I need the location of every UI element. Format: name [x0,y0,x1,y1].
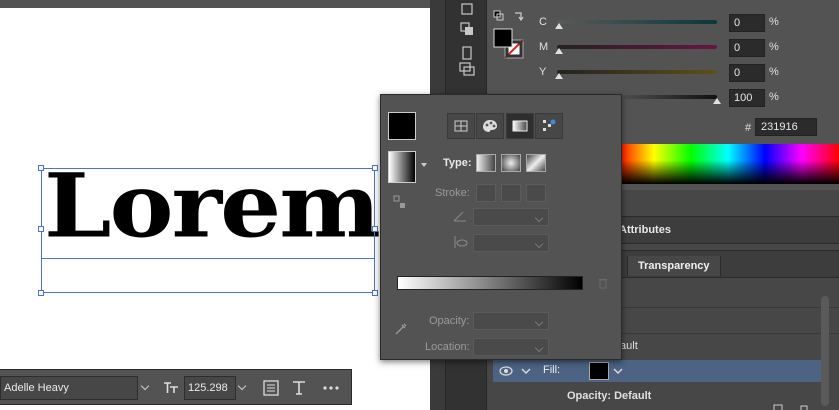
thumb-c[interactable] [555,23,563,29]
gradient-panel: Type: Stroke: Opacity: Location: [380,94,622,360]
font-size-field[interactable]: 125.298 [184,376,236,400]
location-select[interactable] [473,338,549,356]
value-m[interactable]: 0 [729,39,765,57]
gradient-preview-thumbnail[interactable] [388,151,416,183]
font-family-field[interactable]: Adelle Heavy [0,376,138,400]
new-effect-icon[interactable] [773,404,783,410]
swap-arrow-icon[interactable] [513,10,525,22]
aspect-ratio-select[interactable] [473,234,549,252]
artboard[interactable]: Lorem [0,8,430,410]
opacity-label: Opacity: [429,315,470,327]
pattern-tab-icon [543,119,556,131]
track-m[interactable] [557,45,717,49]
location-label: Location: [425,341,470,353]
angle-icon [453,211,466,222]
arrange-icon[interactable] [458,2,476,20]
slider-c[interactable]: C 0 % [539,14,839,32]
handle-bottom-right[interactable] [372,290,378,296]
value-y[interactable]: 0 [729,64,765,82]
default-fill-stroke-icon[interactable] [493,10,505,22]
channel-label-y: Y [539,66,547,78]
hex-label: # [745,122,752,134]
thumb-k[interactable] [713,98,721,104]
color-tab[interactable] [447,113,475,139]
type-icon[interactable] [290,379,308,397]
unit-c: % [769,16,779,28]
fill-swatch[interactable] [589,362,609,380]
swatches-tab-icon [483,120,497,132]
unit-k: % [769,91,779,103]
handle-top-left[interactable] [38,165,44,171]
panel-scrollbar[interactable] [821,296,829,406]
text-size-icon [164,382,178,393]
stroke-within-button[interactable] [476,184,496,202]
hex-input[interactable]: 231916 [755,118,817,136]
handle-middle-left[interactable] [38,226,44,232]
unit-y: % [769,66,779,78]
slider-m[interactable]: M 0 % [539,39,839,57]
fill-dropdown-icon[interactable] [613,366,623,376]
pattern-tab[interactable] [535,113,563,139]
trash-icon[interactable] [799,404,809,410]
links-icon[interactable] [458,60,476,78]
angle-select[interactable] [473,208,549,226]
handle-middle-right[interactable] [372,226,378,232]
gradient-tab[interactable] [506,113,534,139]
tab-attributes[interactable]: Attributes [619,224,671,236]
handle-bottom-left[interactable] [38,290,44,296]
layers-icon[interactable] [458,20,476,38]
thumb-y[interactable] [555,73,563,79]
font-size-dropdown-icon[interactable] [237,381,247,391]
selection-bounding-box[interactable] [41,168,375,293]
value-k[interactable]: 100 [729,89,765,107]
radial-gradient-button[interactable] [501,154,521,172]
fill-label: Fill: [543,364,561,376]
delete-stop-icon[interactable] [597,277,609,289]
unit-m: % [769,41,779,53]
reverse-gradient-icon[interactable] [393,195,407,209]
channel-label-c: C [539,16,547,28]
document-canvas[interactable]: Lorem [0,0,430,410]
gradient-color-swatch[interactable] [388,112,416,140]
tab-transparency[interactable]: Transparency [627,256,721,276]
fill-stroke-icon[interactable] [493,28,525,60]
gradient-preview-caret[interactable] [421,163,427,167]
more-icon[interactable] [322,379,340,397]
value-c[interactable]: 0 [729,14,765,32]
swatches-tab[interactable] [476,113,504,139]
stroke-label: Stroke: [435,187,470,199]
color-spectrum[interactable] [617,144,839,184]
track-c[interactable] [557,20,717,24]
channel-label-m: M [539,41,549,53]
track-y[interactable] [557,70,717,74]
font-family-dropdown-icon[interactable] [140,381,150,391]
freeform-gradient-button[interactable] [526,154,546,172]
properties-bar: Adelle Heavy 125.298 [0,369,352,405]
gradient-tab-icon [512,120,528,132]
fill-opacity-default: Opacity: Default [567,390,652,402]
gradient-slider[interactable] [397,276,583,290]
opacity-select[interactable] [473,312,549,330]
aspect-ratio-icon [454,236,468,248]
thumb-m[interactable] [555,48,563,54]
handle-top-right[interactable] [372,165,378,171]
color-tab-icon [454,120,468,132]
slider-y[interactable]: Y 0 % [539,64,839,82]
linear-gradient-button[interactable] [476,154,496,172]
paragraph-icon[interactable] [262,379,280,397]
eye-icon[interactable] [499,365,513,377]
stroke-along-button[interactable] [501,184,521,202]
eyedropper-icon[interactable] [393,321,409,337]
type-label: Type: [443,157,472,169]
chevron-down-icon[interactable] [521,366,531,376]
stroke-across-button[interactable] [526,184,546,202]
fill-effects-row[interactable]: Fill: [493,360,821,382]
